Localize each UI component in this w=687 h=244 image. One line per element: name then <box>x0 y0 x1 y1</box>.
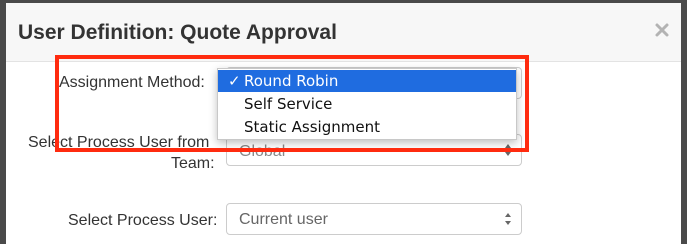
process-user-value: Current user <box>239 211 328 228</box>
process-user-team-value: Global <box>239 143 286 160</box>
dropdown-option-label: Round Robin <box>244 72 339 90</box>
select-arrows-icon <box>504 212 512 226</box>
dropdown-option-round-robin[interactable]: ✓ Round Robin <box>218 70 516 92</box>
dropdown-option-self-service[interactable]: Self Service <box>218 93 516 115</box>
dropdown-option-static-assignment[interactable]: Static Assignment <box>218 116 516 138</box>
dialog-title: User Definition: Quote Approval <box>18 21 337 44</box>
dialog-header: User Definition: Quote Approval <box>6 3 681 62</box>
process-user-label: Select Process User: <box>68 212 218 229</box>
assignment-method-label: Assignment Method: <box>59 74 205 91</box>
select-arrows-icon <box>504 143 512 157</box>
close-icon[interactable] <box>653 21 671 39</box>
process-user-select[interactable]: Current user <box>226 203 522 235</box>
process-user-team-label-line2: Team: <box>171 155 215 172</box>
dropdown-option-label: Static Assignment <box>244 118 380 136</box>
process-user-team-label-line1: Select Process User from <box>28 134 210 151</box>
checkmark-icon: ✓ <box>228 72 241 90</box>
assignment-method-dropdown-menu: ✓ Round Robin Self Service Static Assign… <box>217 68 517 140</box>
window-frame-right <box>681 0 687 244</box>
dropdown-option-label: Self Service <box>244 95 333 113</box>
